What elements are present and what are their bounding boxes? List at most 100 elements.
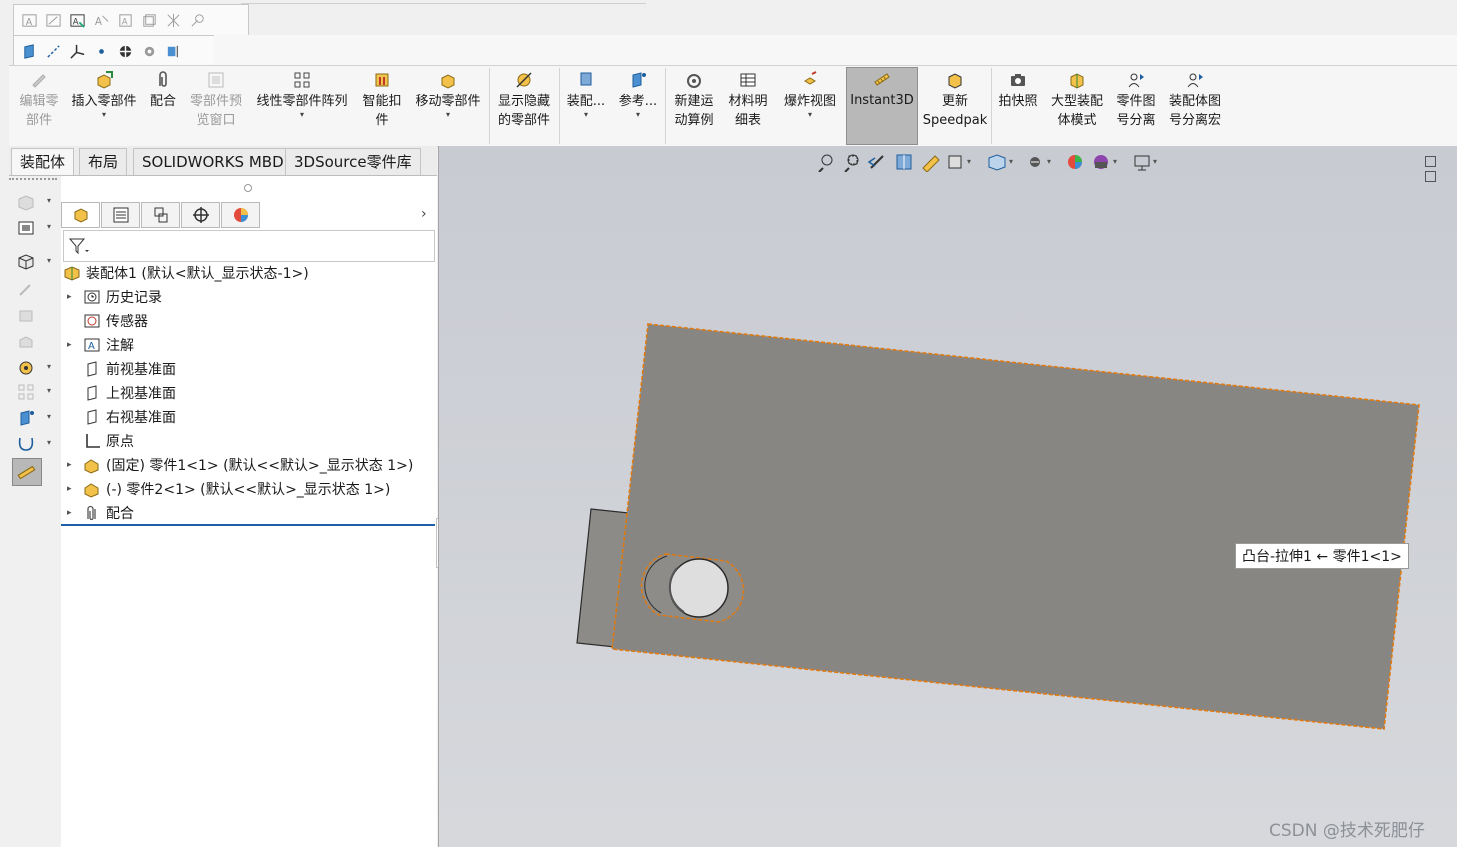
property-manager-tab[interactable]	[101, 202, 140, 228]
assembly-features-button[interactable]: 装配... ▾	[563, 69, 609, 143]
tree-item-part1[interactable]: ▸ (固定) 零件1<1> (默认<<默认>_显示状态 1>)	[67, 454, 413, 476]
tab-assembly[interactable]: 装配体	[11, 148, 75, 175]
feature-manager-pane: › 装配体1 (默认<默认_显示状态-1>) ▸ 历史记录 传感器 ▸ A 注解…	[61, 176, 437, 847]
new-motion-study-button[interactable]: 新建运 动算例	[669, 69, 719, 143]
strip-dropdown[interactable]: ▾	[47, 196, 51, 205]
configuration-manager-icon	[154, 207, 167, 223]
view-cube-icon[interactable]	[15, 252, 37, 272]
tab-solidworks-mbd[interactable]: SOLIDWORKS MBD	[133, 148, 293, 175]
configuration-manager-tab[interactable]	[141, 202, 180, 228]
insert-component-button[interactable]: 插入零部件 ▾	[67, 69, 141, 143]
strip-dropdown[interactable]: ▾	[47, 412, 51, 421]
mate-icon[interactable]	[15, 218, 37, 238]
feature-manager-tab[interactable]	[61, 202, 100, 228]
tree-item-annotations[interactable]: ▸ A 注解	[67, 334, 134, 356]
rollback-bar[interactable]	[61, 524, 435, 526]
pattern-icon[interactable]	[15, 382, 37, 402]
linear-pattern-button[interactable]: 线性零部件阵列 ▾	[251, 69, 353, 143]
axis-icon[interactable]	[44, 42, 62, 60]
large-assembly-mode-button[interactable]: 大型装配 体模式	[1045, 69, 1109, 143]
insert-component-dropdown[interactable]: ▾	[102, 111, 106, 119]
show-hidden-icon	[516, 72, 532, 88]
mate-reference-icon[interactable]	[140, 42, 158, 60]
part-drawing-split-button[interactable]: 零件图 号分离	[1111, 69, 1161, 143]
tree-item-sensors[interactable]: 传感器	[83, 310, 148, 332]
plane-icon[interactable]	[20, 42, 38, 60]
reference-quick-toolbar	[13, 35, 220, 67]
curve-icon[interactable]	[15, 434, 37, 454]
update-speedpak-button[interactable]: 更新 Speedpak	[921, 69, 989, 143]
show-hidden-components-button[interactable]: 显示隐藏 的零部件	[493, 69, 555, 143]
expand-panel-arrow[interactable]: ›	[421, 206, 427, 222]
component-preview-button[interactable]: 零部件预 览窗口	[185, 69, 247, 143]
dimxpert-manager-tab[interactable]	[181, 202, 220, 228]
expand-arrow[interactable]: ▸	[67, 340, 77, 350]
tree-item-right-plane[interactable]: 右视基准面	[83, 406, 176, 428]
move-component-dropdown[interactable]: ▾	[446, 111, 450, 119]
tree-item-origin[interactable]: 原点	[83, 430, 134, 452]
move-component-button[interactable]: 移动零部件 ▾	[411, 69, 485, 143]
strip-dropdown[interactable]: ▾	[47, 256, 51, 265]
weld-symbol-icon[interactable]	[164, 11, 182, 29]
instant3d-strip-button[interactable]	[12, 458, 42, 486]
tree-filter[interactable]	[63, 230, 435, 262]
reference-geometry-button[interactable]: 参考... ▾	[613, 69, 663, 143]
pane-splitter-handle[interactable]	[244, 184, 252, 192]
assembly-features-dropdown[interactable]: ▾	[584, 111, 588, 119]
part1-plate[interactable]	[611, 323, 1420, 730]
tree-item-part2[interactable]: ▸ (-) 零件2<1> (默认<<默认>_显示状态 1>)	[67, 478, 390, 500]
strip-dropdown[interactable]: ▾	[47, 386, 51, 395]
snapshot-button[interactable]: 拍快照	[995, 69, 1041, 143]
tree-item-history[interactable]: ▸ 历史记录	[67, 286, 162, 308]
note-icon[interactable]: A	[68, 11, 86, 29]
strip-dropdown[interactable]: ▾	[47, 438, 51, 447]
point-icon[interactable]	[92, 42, 110, 60]
edit-component-button[interactable]: 编辑零 部件	[13, 69, 65, 143]
strip-dropdown[interactable]: ▾	[47, 222, 51, 231]
tree-root-assembly[interactable]: 装配体1 (默认<默认_显示状态-1>)	[63, 262, 309, 284]
sketch-text-icon[interactable]	[44, 11, 62, 29]
extrude-icon[interactable]	[15, 306, 37, 326]
history-icon	[84, 290, 100, 304]
display-manager-tab[interactable]	[221, 202, 260, 228]
linear-pattern-dropdown[interactable]: ▾	[300, 111, 304, 119]
expand-arrow[interactable]: ▸	[67, 508, 77, 518]
command-manager: 编辑零 部件 插入零部件 ▾ 配合 零部件预 览窗口 线性零部件阵列 ▾ 智能扣…	[9, 65, 1457, 147]
stack-balloon-icon[interactable]	[140, 11, 158, 29]
instant3d-button[interactable]: Instant3D	[846, 67, 918, 145]
balloon-icon[interactable]: A	[92, 11, 110, 29]
reference-geometry-dropdown[interactable]: ▾	[636, 111, 640, 119]
expand-arrow[interactable]: ▸	[67, 460, 77, 470]
hole-callout-icon[interactable]	[188, 11, 206, 29]
tree-item-mates[interactable]: ▸ 配合	[67, 502, 134, 524]
bom-button[interactable]: 材料明 细表	[723, 69, 773, 143]
insert-component-icon[interactable]	[15, 192, 37, 212]
exploded-view-dropdown[interactable]: ▾	[808, 111, 812, 119]
expand-arrow[interactable]: ▸	[67, 484, 77, 494]
center-of-mass-icon[interactable]	[116, 42, 134, 60]
auto-balloon-icon[interactable]: A	[116, 11, 134, 29]
assembly-drawing-split-button[interactable]: 装配体图 号分离宏	[1163, 69, 1227, 143]
assembly-feature-icon[interactable]	[15, 358, 37, 378]
text-icon[interactable]: A	[20, 11, 38, 29]
model-view[interactable]	[439, 146, 1457, 847]
sensor-icon	[84, 314, 100, 328]
reference-plane-icon[interactable]	[15, 408, 37, 428]
graphics-area[interactable]: ▾ ▾ ▾ ▾ ▾ 凸台-拉伸1 ← 零件1<1> CSDN @技术死肥仔	[438, 146, 1457, 847]
tab-layout[interactable]: 布局	[79, 148, 128, 175]
bounding-box-icon[interactable]	[164, 42, 182, 60]
expand-arrow[interactable]: ▸	[67, 292, 77, 302]
part-icon	[84, 483, 99, 498]
sketch-icon[interactable]	[15, 280, 37, 300]
coordinate-system-icon[interactable]	[68, 42, 86, 60]
selection-tooltip: 凸台-拉伸1 ← 零件1<1>	[1235, 543, 1409, 569]
tree-item-top-plane[interactable]: 上视基准面	[83, 382, 176, 404]
tab-3dsource[interactable]: 3DSource零件库	[285, 148, 421, 175]
exploded-view-button[interactable]: 爆炸视图 ▾	[777, 69, 843, 143]
cut-icon[interactable]	[15, 332, 37, 352]
filter-icon[interactable]	[68, 237, 90, 255]
strip-dropdown[interactable]: ▾	[47, 362, 51, 371]
tree-item-front-plane[interactable]: 前视基准面	[83, 358, 176, 380]
smart-fastener-button[interactable]: 智能扣 件	[357, 69, 407, 143]
mate-button[interactable]: 配合	[145, 69, 181, 143]
